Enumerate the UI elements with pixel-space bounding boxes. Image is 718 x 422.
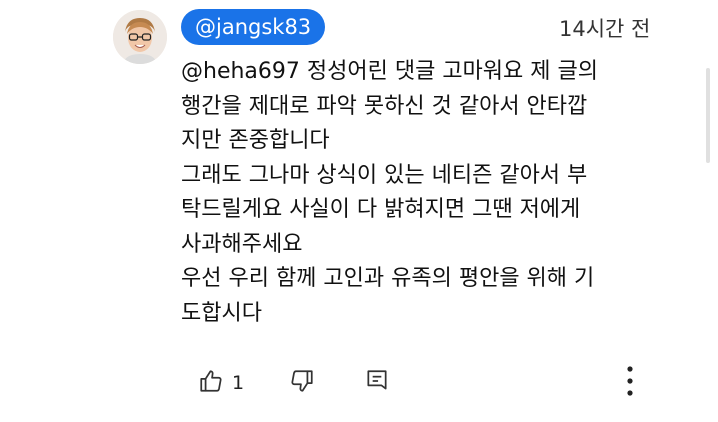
comment-line: 지만 존중합니다 [181, 128, 330, 153]
comment-line: 도합시다 [181, 300, 262, 326]
more-options-button[interactable] [618, 364, 642, 404]
reply-icon [364, 368, 390, 398]
avatar-image [113, 10, 167, 64]
author-name-chip[interactable]: @jangsk83 [181, 9, 326, 45]
like-count: 1 [232, 372, 245, 394]
thumb-down-icon [289, 368, 315, 398]
scrollbar[interactable] [706, 68, 710, 163]
comment-line: @heha697 정성어린 댓글 고마워요 제 글의 [181, 59, 598, 84]
reply-button[interactable] [364, 368, 390, 398]
more-vertical-icon [618, 364, 642, 404]
comment-line: 사과해주세요 [181, 231, 303, 257]
comment-line: 탁드릴게요 사실이 다 밝혀지면 그땐 저에게 [181, 197, 581, 222]
comment-line: 행간을 제대로 파악 못하신 것 같아서 안타깝 [181, 93, 588, 119]
thumb-up-icon [198, 368, 224, 398]
comment-timestamp: 14시간 전 [559, 17, 651, 41]
like-button[interactable]: 1 [198, 368, 244, 398]
comment-line: 우선 우리 함께 고인과 유족의 평안을 위해 기 [181, 266, 595, 291]
dislike-button[interactable] [289, 368, 315, 398]
avatar[interactable] [113, 10, 167, 64]
comment-text: @heha697 정성어린 댓글 고마워요 제 글의 행간을 제대로 파악 못하… [181, 55, 681, 331]
comment-line: 그래도 그나마 상식이 있는 네티즌 같아서 부 [181, 162, 588, 188]
